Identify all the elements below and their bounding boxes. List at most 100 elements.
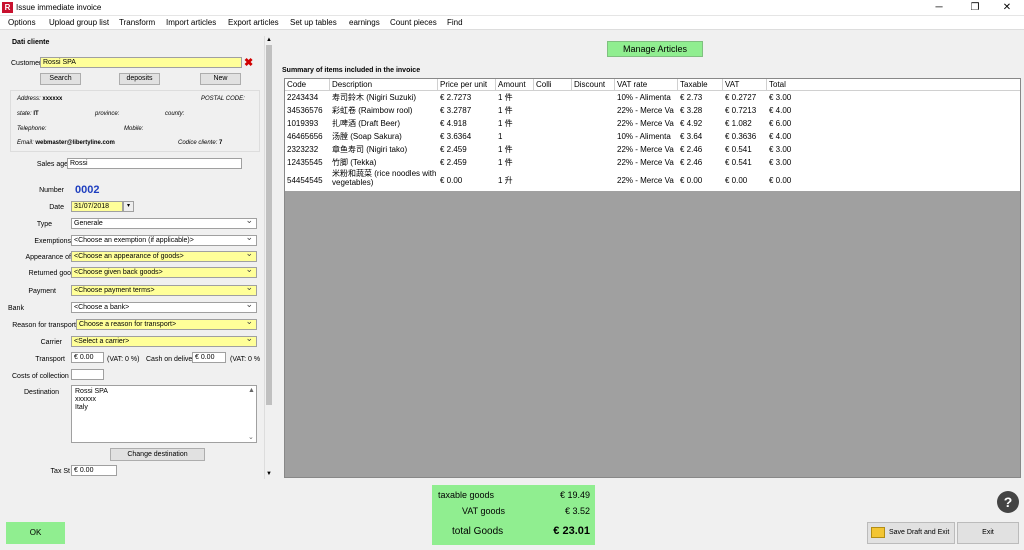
sales-agent-input[interactable]: Rossi: [67, 158, 242, 169]
cell-code[interactable]: 54454545: [285, 174, 330, 187]
cell-colli[interactable]: [534, 117, 572, 130]
col-header-taxable[interactable]: Taxable: [678, 79, 723, 91]
cell-colli[interactable]: [534, 174, 572, 187]
cell-amount[interactable]: 1 件: [496, 117, 534, 130]
cell-discount[interactable]: [572, 143, 615, 156]
cell-code[interactable]: 2323232: [285, 143, 330, 156]
cell-total[interactable]: € 4.00: [767, 130, 847, 143]
change-destination-button[interactable]: Change destination: [110, 448, 205, 461]
cell-total[interactable]: € 0.00: [767, 174, 847, 187]
search-button[interactable]: Search: [40, 73, 81, 85]
new-button[interactable]: New: [200, 73, 241, 85]
destination-textarea[interactable]: Rossi SPA xxxxxx Italy: [71, 385, 257, 443]
menu-options[interactable]: Options: [8, 18, 36, 27]
col-header-price[interactable]: Price per unit: [438, 79, 496, 91]
cell-total[interactable]: € 3.00: [767, 91, 847, 104]
cell-description[interactable]: 彩虹卷 (Raimbow rool): [330, 104, 438, 117]
menu-import-articles[interactable]: Import articles: [166, 18, 216, 27]
cell-vat-rate[interactable]: 22% - Merce Va: [615, 174, 678, 187]
cell-price[interactable]: € 4.918: [438, 117, 496, 130]
cell-taxable[interactable]: € 3.64: [678, 130, 723, 143]
reason-select[interactable]: Choose a reason for transport>: [76, 319, 257, 330]
payment-select[interactable]: <Choose payment terms>: [71, 285, 257, 296]
minimize-button[interactable]: ─: [922, 0, 956, 16]
cell-description[interactable]: 汤膛 (Soap Sakura): [330, 130, 438, 143]
cell-amount[interactable]: 1 件: [496, 156, 534, 169]
textarea-scroll-down-icon[interactable]: ⌄: [248, 433, 254, 441]
exemptions-select[interactable]: <Choose an exemption (if applicable)>: [71, 235, 257, 246]
cell-vat[interactable]: € 0.7213: [723, 104, 767, 117]
cell-taxable[interactable]: € 2.46: [678, 143, 723, 156]
cell-total[interactable]: € 3.00: [767, 143, 847, 156]
cell-total[interactable]: € 3.00: [767, 156, 847, 169]
cell-vat-rate[interactable]: 10% - Alimenta: [615, 91, 678, 104]
menu-upload-group-list[interactable]: Upload group list: [49, 18, 109, 27]
col-header-code[interactable]: Code: [285, 79, 330, 91]
collection-costs-input[interactable]: [71, 369, 104, 380]
transport-input[interactable]: € 0.00: [71, 352, 104, 363]
deposits-button[interactable]: deposits: [119, 73, 160, 85]
restore-button[interactable]: ❐: [958, 0, 992, 16]
cell-taxable[interactable]: € 3.28: [678, 104, 723, 117]
col-header-vat[interactable]: VAT: [723, 79, 767, 91]
help-icon[interactable]: ?: [997, 491, 1019, 513]
cell-price[interactable]: € 0.00: [438, 174, 496, 187]
col-header-total[interactable]: Total: [767, 79, 1020, 91]
menu-set-up-tables[interactable]: Set up tables: [290, 18, 337, 27]
cell-amount[interactable]: 1 件: [496, 143, 534, 156]
save-draft-exit-button[interactable]: Save Draft and Exit: [867, 522, 955, 544]
cell-code[interactable]: 12435545: [285, 156, 330, 169]
date-input[interactable]: 31/07/2018: [71, 201, 123, 212]
calendar-dropdown-icon[interactable]: ▾: [123, 201, 134, 212]
cell-taxable[interactable]: € 2.73: [678, 91, 723, 104]
col-header-amount[interactable]: Amount: [496, 79, 534, 91]
cell-description[interactable]: 寿司鈴木 (Nigiri Suzuki): [330, 91, 438, 104]
menu-transform[interactable]: Transform: [119, 18, 155, 27]
col-header-description[interactable]: Description: [330, 79, 438, 91]
cell-taxable[interactable]: € 0.00: [678, 174, 723, 187]
returned-goods-select[interactable]: <Choose given back goods>: [71, 267, 257, 278]
cell-vat-rate[interactable]: 22% - Merce Va: [615, 117, 678, 130]
menu-export-articles[interactable]: Export articles: [228, 18, 279, 27]
cell-colli[interactable]: [534, 130, 572, 143]
cell-amount[interactable]: 1 升: [496, 174, 534, 187]
cash-on-delivery-input[interactable]: € 0.00: [192, 352, 226, 363]
cell-code[interactable]: 1019393: [285, 117, 330, 130]
cell-vat[interactable]: € 0.2727: [723, 91, 767, 104]
cell-taxable[interactable]: € 2.46: [678, 156, 723, 169]
col-header-discount[interactable]: Discount: [572, 79, 615, 91]
cell-colli[interactable]: [534, 143, 572, 156]
manage-articles-button[interactable]: Manage Articles: [607, 41, 703, 57]
cell-colli[interactable]: [534, 104, 572, 117]
cell-price[interactable]: € 3.6364: [438, 130, 496, 143]
tax-stamp-input[interactable]: € 0.00: [71, 465, 117, 476]
menu-find[interactable]: Find: [447, 18, 463, 27]
cell-taxable[interactable]: € 4.92: [678, 117, 723, 130]
menu-earnings[interactable]: earnings: [349, 18, 380, 27]
cell-discount[interactable]: [572, 91, 615, 104]
customer-input[interactable]: Rossi SPA: [40, 57, 242, 68]
cell-vat-rate[interactable]: 10% - Alimenta: [615, 130, 678, 143]
cell-price[interactable]: € 2.459: [438, 156, 496, 169]
cell-price[interactable]: € 2.459: [438, 143, 496, 156]
cell-total[interactable]: € 6.00: [767, 117, 847, 130]
cell-description[interactable]: 米粉和蔬菜 (rice noodles with vegetables): [330, 169, 438, 191]
form-scrollbar-thumb[interactable]: [266, 45, 272, 405]
cell-amount[interactable]: 1 件: [496, 91, 534, 104]
cell-code[interactable]: 46465656: [285, 130, 330, 143]
appearance-select[interactable]: <Choose an appearance of goods>: [71, 251, 257, 262]
cell-vat[interactable]: € 0.3636: [723, 130, 767, 143]
col-header-colli[interactable]: Colli: [534, 79, 572, 91]
cell-amount[interactable]: 1 件: [496, 104, 534, 117]
cell-colli[interactable]: [534, 91, 572, 104]
cell-vat-rate[interactable]: 22% - Merce Va: [615, 143, 678, 156]
type-select[interactable]: Generale: [71, 218, 257, 229]
cell-discount[interactable]: [572, 117, 615, 130]
carrier-select[interactable]: <Select a carrier>: [71, 336, 257, 347]
cell-vat[interactable]: € 0.541: [723, 156, 767, 169]
cell-code[interactable]: 2243434: [285, 91, 330, 104]
close-window-button[interactable]: ✕: [990, 0, 1024, 16]
cell-colli[interactable]: [534, 156, 572, 169]
cell-vat-rate[interactable]: 22% - Merce Va: [615, 104, 678, 117]
cell-vat-rate[interactable]: 22% - Merce Va: [615, 156, 678, 169]
